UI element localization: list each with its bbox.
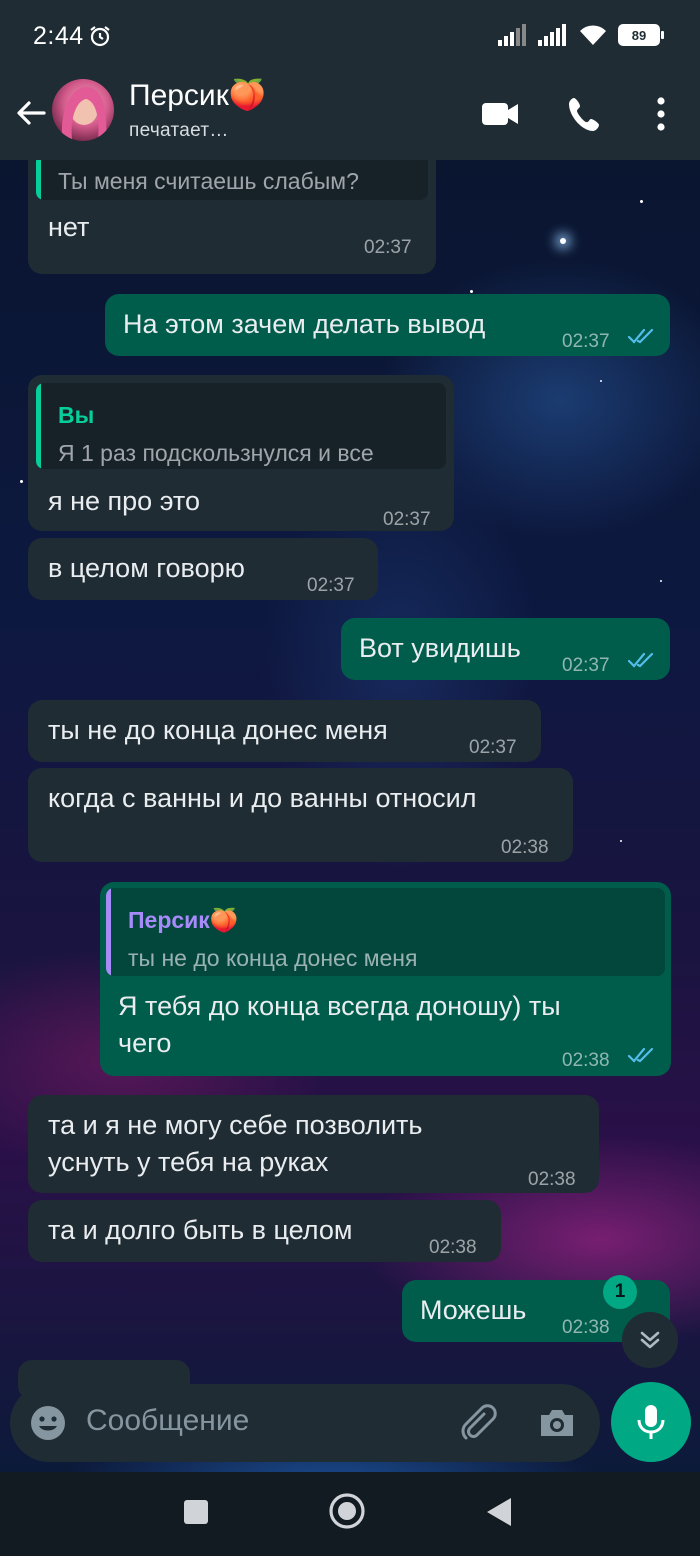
message-text-line-1: та и я не могу себе позволить xyxy=(48,1110,423,1140)
chat-area[interactable]: Ты меня считаешь слабым? нет 02:37 На эт… xyxy=(0,160,700,1472)
message-time: 02:38 xyxy=(501,837,549,858)
nav-square-icon[interactable] xyxy=(182,1498,210,1526)
signal-icon xyxy=(538,24,566,46)
more-icon[interactable] xyxy=(641,94,681,134)
message-bubble-outgoing[interactable]: Персик🍑 ты не до конца донес меня Я тебя… xyxy=(100,882,671,1076)
message-time: 02:37 xyxy=(562,331,610,352)
mic-button[interactable] xyxy=(611,1382,691,1462)
message-input[interactable]: Сообщение xyxy=(86,1404,249,1438)
nav-circle-icon[interactable] xyxy=(328,1492,366,1530)
message-text: нет xyxy=(48,212,90,242)
message-text: в целом говорю xyxy=(48,553,245,583)
system-nav-bar xyxy=(0,1472,700,1556)
scroll-to-bottom-button[interactable] xyxy=(622,1312,678,1368)
message-time: 02:38 xyxy=(562,1050,610,1071)
status-time: 2:44 xyxy=(33,22,84,50)
message-text: когда с ванны и до ванны относил xyxy=(48,783,477,813)
quoted-author: Вы xyxy=(58,402,95,428)
message-text: ты не до конца донес меня xyxy=(48,715,388,745)
message-time: 02:37 xyxy=(383,509,431,530)
message-text-line-2: уснуть у тебя на руках xyxy=(48,1147,329,1177)
message-text: Вот увидишь xyxy=(359,633,521,663)
contact-status: печатает… xyxy=(129,120,229,141)
attach-icon[interactable] xyxy=(456,1402,498,1444)
message-bubble-incoming[interactable]: та и долго быть в целом 02:38 xyxy=(28,1200,501,1262)
quoted-text: ты не до конца донес меня xyxy=(128,945,418,971)
message-composer[interactable]: Сообщение xyxy=(10,1384,600,1462)
status-bar: 2:44 89 xyxy=(0,0,700,78)
phone-icon[interactable] xyxy=(566,94,606,134)
message-text: я не про это xyxy=(48,486,200,516)
signal-icon xyxy=(498,24,526,46)
double-tick-icon xyxy=(627,1047,654,1063)
chat-header: Персик🍑 печатает… xyxy=(0,78,700,160)
message-bubble-incoming[interactable]: Вы Я 1 раз подскользнулся и все я не про… xyxy=(28,375,454,531)
message-bubble-incoming[interactable]: в целом говорю 02:37 xyxy=(28,538,378,600)
message-text: та и долго быть в целом xyxy=(48,1215,353,1245)
quoted-message[interactable]: Персик🍑 ты не до конца донес меня xyxy=(106,888,665,976)
nav-back-icon[interactable] xyxy=(484,1496,514,1528)
message-text: Можешь xyxy=(420,1295,527,1325)
message-time: 02:37 xyxy=(562,655,610,676)
quoted-author: Персик🍑 xyxy=(128,907,239,933)
message-bubble-outgoing[interactable]: На этом зачем делать вывод 02:37 xyxy=(105,294,670,356)
message-time: 02:37 xyxy=(364,237,412,258)
message-text: На этом зачем делать вывод xyxy=(123,309,486,339)
mic-icon xyxy=(637,1405,665,1439)
message-time: 02:37 xyxy=(469,737,517,758)
quoted-message[interactable]: Вы Я 1 раз подскользнулся и все xyxy=(36,383,446,469)
quoted-text: Ты меня считаешь слабым? xyxy=(58,168,359,194)
message-time: 02:38 xyxy=(429,1237,477,1258)
message-bubble-outgoing[interactable]: Вот увидишь 02:37 xyxy=(341,618,670,680)
avatar[interactable] xyxy=(52,79,114,141)
wifi-icon xyxy=(580,25,606,45)
camera-icon[interactable] xyxy=(536,1402,578,1444)
emoji-icon[interactable] xyxy=(28,1403,68,1443)
quoted-message[interactable]: Ты меня считаешь слабым? xyxy=(36,160,428,200)
quoted-text: Я 1 раз подскользнулся и все xyxy=(58,440,374,466)
message-time: 02:37 xyxy=(307,575,355,596)
contact-name[interactable]: Персик🍑 xyxy=(129,78,266,113)
message-bubble-incoming[interactable]: ты не до конца донес меня 02:37 xyxy=(28,700,541,762)
alarm-icon xyxy=(90,26,110,47)
message-time: 02:38 xyxy=(528,1169,576,1190)
message-bubble-incoming[interactable]: Ты меня считаешь слабым? нет 02:37 xyxy=(28,160,436,274)
double-tick-icon xyxy=(627,328,654,344)
message-text-line-2: чего xyxy=(118,1028,172,1058)
battery-icon: 89 xyxy=(618,24,664,46)
back-arrow-icon[interactable] xyxy=(14,96,48,130)
video-call-icon[interactable] xyxy=(480,94,520,134)
double-tick-icon xyxy=(627,652,654,668)
chevron-double-down-icon xyxy=(640,1331,660,1349)
unread-count-badge: 1 xyxy=(603,1275,637,1309)
message-time: 02:38 xyxy=(562,1317,610,1338)
message-bubble-incoming[interactable]: та и я не могу себе позволить уснуть у т… xyxy=(28,1095,599,1193)
message-bubble-incoming[interactable]: когда с ванны и до ванны относил 02:38 xyxy=(28,768,573,862)
message-text-line-1: Я тебя до конца всегда доношу) ты xyxy=(118,991,561,1021)
